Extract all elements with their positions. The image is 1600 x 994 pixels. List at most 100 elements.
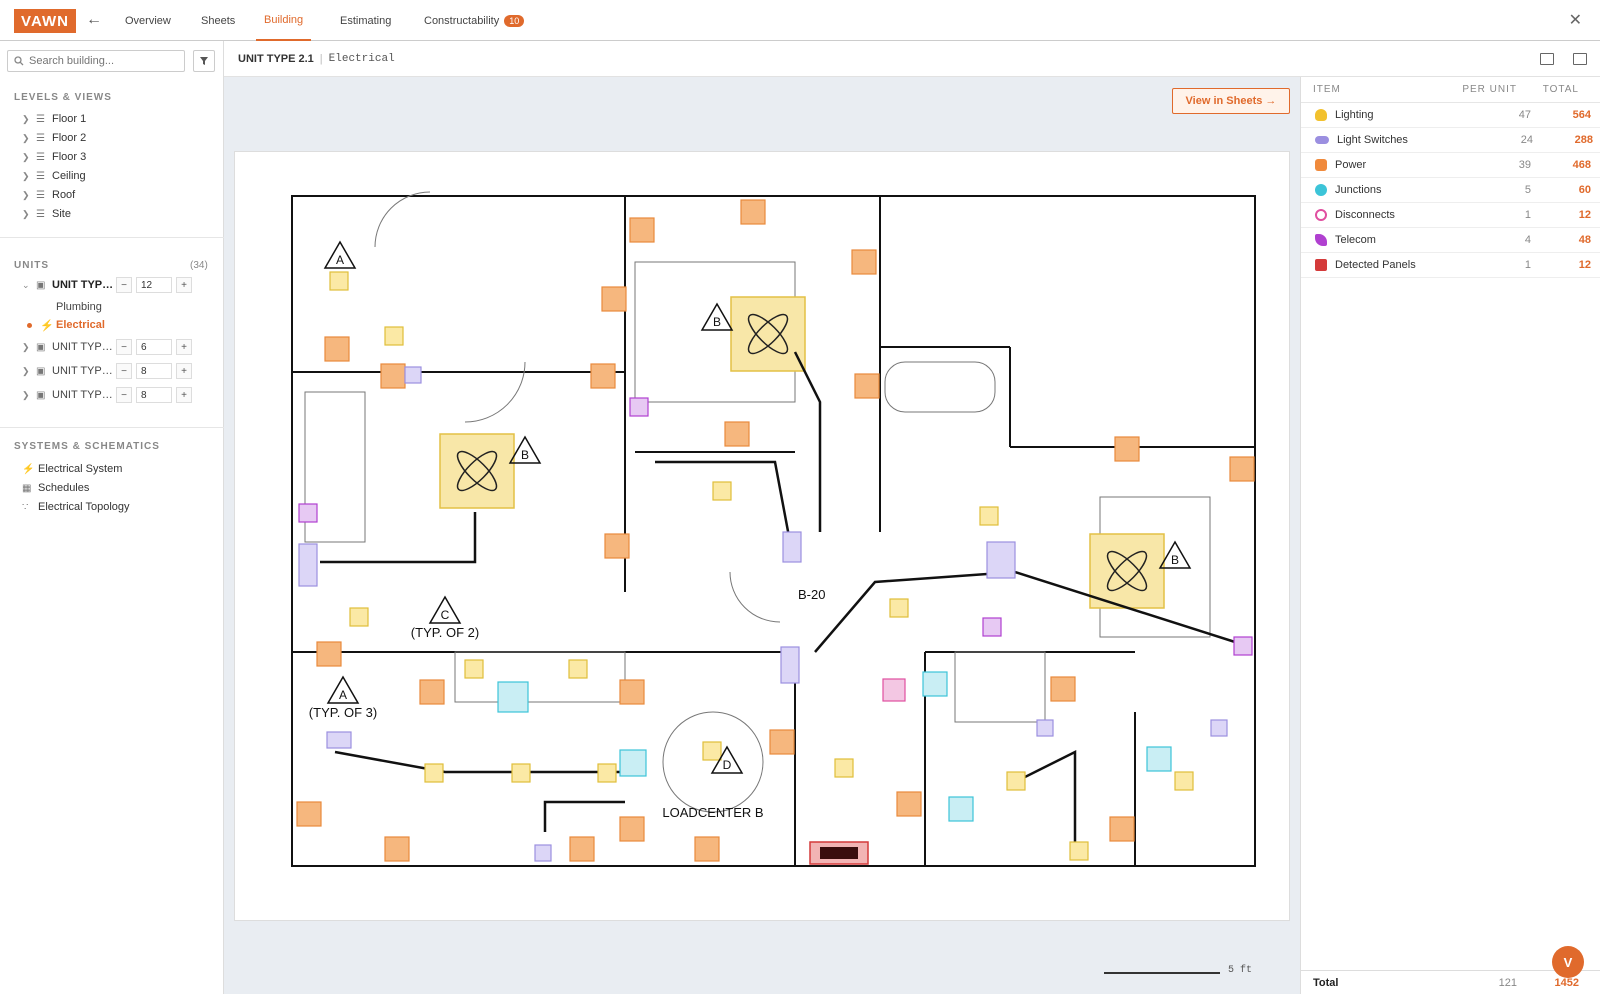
telecom-marker[interactable] (1233, 636, 1253, 656)
increment-button[interactable]: + (176, 363, 192, 379)
power-receptacle-marker[interactable] (384, 836, 410, 862)
close-icon[interactable]: ✕ (1569, 10, 1582, 30)
power-receptacle-marker[interactable] (694, 836, 720, 862)
level-site[interactable]: ❯ ☰ Site (22, 206, 71, 222)
power-receptacle-marker[interactable] (380, 363, 406, 389)
power-receptacle-marker[interactable] (851, 249, 877, 275)
tab-constructability[interactable]: Constructability 10 (424, 0, 525, 41)
back-arrow-icon[interactable]: ← (84, 10, 104, 30)
tab-building[interactable]: Building (256, 0, 312, 41)
user-avatar[interactable]: V (1552, 946, 1584, 978)
light-fixture-marker[interactable] (349, 607, 369, 627)
light-switch-marker[interactable] (986, 541, 1016, 579)
takeoff-row-lighting[interactable]: Lighting 47 564 (1301, 103, 1600, 128)
view-in-sheets-button[interactable]: View in Sheets → (1172, 88, 1290, 114)
junction-marker[interactable] (619, 749, 647, 777)
takeoff-row-detected-panels[interactable]: Detected Panels 1 12 (1301, 253, 1600, 278)
light-fixture-marker[interactable] (702, 741, 722, 761)
right-panel-toggle-icon[interactable] (1573, 53, 1587, 65)
light-fixture-marker[interactable] (889, 598, 909, 618)
light-switch-marker[interactable] (782, 531, 802, 563)
junction-marker[interactable] (922, 671, 948, 697)
increment-button[interactable]: + (176, 387, 192, 403)
level-floor-3[interactable]: ❯ ☰ Floor 3 (22, 149, 86, 165)
level-floor-1[interactable]: ❯ ☰ Floor 1 (22, 111, 86, 127)
ceiling-fan-marker[interactable] (730, 296, 806, 372)
light-fixture-marker[interactable] (597, 763, 617, 783)
decrement-button[interactable]: − (116, 277, 132, 293)
power-receptacle-marker[interactable] (316, 641, 342, 667)
unit-name[interactable]: UNIT TYPE 2.2 (52, 341, 116, 353)
power-receptacle-marker[interactable] (569, 836, 595, 862)
light-fixture-marker[interactable] (511, 763, 531, 783)
power-receptacle-marker[interactable] (740, 199, 766, 225)
floor-plan-drawing[interactable]: A B B B C A D B-20 LOADCENTER B (TYP. OF… (234, 151, 1290, 921)
ceiling-fan-marker[interactable] (1089, 533, 1165, 609)
unit-name[interactable]: UNIT TYPE 2.4 (52, 389, 116, 401)
takeoff-row-disconnects[interactable]: Disconnects 1 12 (1301, 203, 1600, 228)
light-fixture-marker[interactable] (384, 326, 404, 346)
telecom-marker[interactable] (298, 503, 318, 523)
left-panel-toggle-icon[interactable] (1540, 53, 1554, 65)
unit-quantity-input[interactable] (136, 277, 172, 293)
light-switch-marker[interactable] (326, 731, 352, 749)
system-electrical[interactable]: ⚡ Electrical System (22, 461, 122, 477)
power-receptacle-marker[interactable] (854, 373, 880, 399)
power-receptacle-marker[interactable] (324, 336, 350, 362)
power-receptacle-marker[interactable] (619, 816, 645, 842)
light-switch-marker[interactable] (780, 646, 800, 684)
light-fixture-marker[interactable] (1174, 771, 1194, 791)
power-receptacle-marker[interactable] (1109, 816, 1135, 842)
light-fixture-marker[interactable] (568, 659, 588, 679)
takeoff-row-telecom[interactable]: Telecom 4 48 (1301, 228, 1600, 253)
light-switch-marker[interactable] (404, 366, 422, 384)
unit-sub-electrical[interactable]: Electrical (56, 319, 105, 331)
chevron-right-icon[interactable]: ❯ (22, 342, 36, 353)
search-input[interactable] (29, 55, 169, 67)
power-receptacle-marker[interactable] (896, 791, 922, 817)
light-fixture-marker[interactable] (329, 271, 349, 291)
telecom-marker[interactable] (982, 617, 1002, 637)
tab-estimating[interactable]: Estimating (340, 0, 391, 41)
power-receptacle-marker[interactable] (619, 679, 645, 705)
disconnect-marker[interactable] (882, 678, 906, 702)
filter-button[interactable] (193, 50, 215, 72)
takeoff-row-junctions[interactable]: Junctions 5 60 (1301, 178, 1600, 203)
unit-quantity-input[interactable] (136, 339, 172, 355)
system-topology[interactable]: ∵ Electrical Topology (22, 499, 130, 515)
light-fixture-marker[interactable] (712, 481, 732, 501)
floor-plan-svg[interactable]: A B B B C A D B-20 LOADCENTER B (TYP. OF… (235, 152, 1291, 922)
light-fixture-marker[interactable] (464, 659, 484, 679)
increment-button[interactable]: + (176, 339, 192, 355)
power-receptacle-marker[interactable] (769, 729, 795, 755)
light-fixture-marker[interactable] (424, 763, 444, 783)
light-switch-marker[interactable] (298, 543, 318, 587)
chevron-right-icon[interactable]: ❯ (22, 366, 36, 377)
app-logo[interactable]: VAWN (14, 9, 76, 33)
power-receptacle-marker[interactable] (419, 679, 445, 705)
junction-marker[interactable] (948, 796, 974, 822)
unit-quantity-input[interactable] (136, 363, 172, 379)
power-receptacle-marker[interactable] (1229, 456, 1255, 482)
decrement-button[interactable]: − (116, 339, 132, 355)
unit-sub-plumbing[interactable]: Plumbing (56, 301, 102, 313)
unit-name[interactable]: UNIT TYPE 2.3 (52, 365, 116, 377)
decrement-button[interactable]: − (116, 387, 132, 403)
junction-marker[interactable] (1146, 746, 1172, 772)
chevron-down-icon[interactable]: ⌄ (22, 280, 36, 291)
tab-sheets[interactable]: Sheets (201, 0, 235, 41)
level-floor-2[interactable]: ❯ ☰ Floor 2 (22, 130, 86, 146)
takeoff-row-power[interactable]: Power 39 468 (1301, 153, 1600, 178)
power-receptacle-marker[interactable] (296, 801, 322, 827)
power-receptacle-marker[interactable] (601, 286, 627, 312)
tab-overview[interactable]: Overview (125, 0, 171, 41)
increment-button[interactable]: + (176, 277, 192, 293)
power-receptacle-marker[interactable] (1114, 436, 1140, 462)
system-schedules[interactable]: ▦ Schedules (22, 480, 89, 496)
level-roof[interactable]: ❯ ☰ Roof (22, 187, 75, 203)
light-fixture-marker[interactable] (1069, 841, 1089, 861)
unit-quantity-input[interactable] (136, 387, 172, 403)
light-switch-marker[interactable] (534, 844, 552, 862)
power-receptacle-marker[interactable] (1050, 676, 1076, 702)
power-receptacle-marker[interactable] (724, 421, 750, 447)
